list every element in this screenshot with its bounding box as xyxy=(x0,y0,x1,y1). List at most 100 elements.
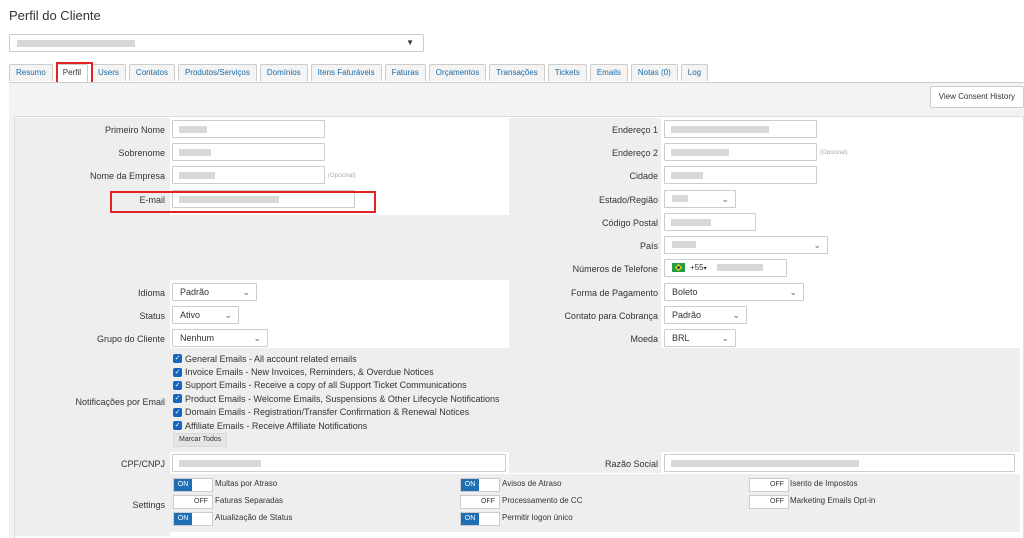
chevron-down-icon: ⌄ xyxy=(242,287,250,297)
postcode-label: Código Postal xyxy=(601,218,658,228)
tax-exempt-toggle[interactable]: OFF xyxy=(749,478,789,492)
postcode-field[interactable] xyxy=(664,213,756,231)
payment-method-select[interactable]: Boleto ⌄ xyxy=(664,283,804,301)
country-select[interactable]: ⌄ xyxy=(664,236,828,254)
address1-field[interactable] xyxy=(664,120,817,138)
settings-section xyxy=(170,474,1020,532)
billing-contact-value: Padrão xyxy=(672,310,702,320)
first-name-field[interactable] xyxy=(172,120,325,138)
tab-notas[interactable]: Notas (0) xyxy=(630,64,678,81)
checkmark-icon[interactable]: ✓ xyxy=(173,394,182,404)
state-value-redacted xyxy=(672,195,688,202)
tab-highlight-annotation xyxy=(56,62,93,84)
email-highlight-annotation xyxy=(110,191,376,213)
payment-method-label: Forma de Pagamento xyxy=(570,288,658,298)
notification-checkboxes: ✓ General Emails - All account related em… xyxy=(173,352,499,432)
country-label: País xyxy=(639,241,658,251)
currency-value: BRL xyxy=(672,333,690,343)
tab-contatos[interactable]: Contatos xyxy=(128,64,175,81)
address2-field[interactable] xyxy=(664,143,817,161)
marketing-optin-label: Marketing Emails Opt-in xyxy=(790,496,876,505)
view-consent-history-button[interactable]: View Consent History xyxy=(929,86,1024,108)
address1-label: Endereço 1 xyxy=(611,125,658,135)
notification-domain[interactable]: ✓ Domain Emails - Registration/Transfer C… xyxy=(173,406,499,419)
razao-social-label: Razão Social xyxy=(604,459,658,469)
notification-product[interactable]: ✓ Product Emails - Welcome Emails, Suspen… xyxy=(173,392,499,405)
email-notifications-label: Notificações por Email xyxy=(75,397,165,407)
currency-select[interactable]: BRL ⌄ xyxy=(664,329,736,347)
phone-field[interactable]: +55▾ xyxy=(664,259,787,277)
company-field[interactable] xyxy=(172,166,325,184)
tab-log[interactable]: Log xyxy=(680,64,709,81)
last-name-field[interactable] xyxy=(172,143,325,161)
brazil-flag-icon xyxy=(672,263,685,273)
mark-all-button[interactable]: Marcar Todos xyxy=(173,433,228,447)
phone-prefix: +55 xyxy=(690,263,704,272)
single-sign-on-toggle[interactable]: ON xyxy=(460,512,500,526)
country-value-redacted xyxy=(672,241,696,248)
client-name-redacted xyxy=(17,40,135,47)
checkmark-icon[interactable]: ✓ xyxy=(173,380,182,390)
tab-tickets[interactable]: Tickets xyxy=(547,64,587,81)
chevron-down-icon: ⌄ xyxy=(253,333,261,343)
status-value: Ativo xyxy=(180,310,201,320)
client-group-select[interactable]: Nenhum ⌄ xyxy=(172,329,268,347)
first-name-label: Primeiro Nome xyxy=(104,125,165,135)
notification-affiliate[interactable]: ✓ Affiliate Emails - Receive Affiliate No… xyxy=(173,419,499,432)
tab-faturas[interactable]: Faturas xyxy=(384,64,426,81)
billing-contact-select[interactable]: Padrão ⌄ xyxy=(664,306,747,324)
page-title: Perfil do Cliente xyxy=(9,8,101,23)
tab-dominios[interactable]: Domínios xyxy=(259,64,308,81)
client-selector[interactable]: ▼ xyxy=(9,34,424,52)
currency-label: Moeda xyxy=(630,334,658,344)
tab-itens-faturaveis[interactable]: Itens Faturáveis xyxy=(310,64,382,81)
company-label: Nome da Empresa xyxy=(89,171,165,181)
marketing-optin-toggle[interactable]: OFF xyxy=(749,495,789,509)
notification-invoice[interactable]: ✓ Invoice Emails - New Invoices, Reminder… xyxy=(173,365,499,378)
state-select[interactable]: ⌄ xyxy=(664,190,736,208)
tab-emails[interactable]: Emails xyxy=(589,64,628,81)
tab-transacoes[interactable]: Transações xyxy=(489,64,545,81)
status-select[interactable]: Ativo ⌄ xyxy=(172,306,239,324)
tab-produtos-servicos[interactable]: Produtos/Serviços xyxy=(177,64,257,81)
cc-processing-toggle[interactable]: OFF xyxy=(460,495,500,509)
single-sign-on-label: Permitir logon único xyxy=(502,513,573,522)
notification-general[interactable]: ✓ General Emails - All account related em… xyxy=(173,352,499,365)
chevron-down-icon: ⌄ xyxy=(813,240,821,250)
razao-social-field[interactable] xyxy=(664,454,1015,472)
tab-orcamentos[interactable]: Orçamentos xyxy=(428,64,487,81)
checkmark-icon[interactable]: ✓ xyxy=(173,354,182,364)
language-value: Padrão xyxy=(180,287,210,297)
caret-down-icon: ▾ xyxy=(703,266,707,272)
caret-down-icon: ▼ xyxy=(406,38,414,47)
tab-bar: Resumo Perfil Users Contatos Produtos/Se… xyxy=(9,64,711,82)
chevron-down-icon: ⌄ xyxy=(721,333,729,343)
chevron-down-icon: ⌄ xyxy=(721,194,729,204)
tab-users[interactable]: Users xyxy=(91,64,126,81)
cpf-field[interactable] xyxy=(172,454,506,472)
city-field[interactable] xyxy=(664,166,817,184)
checkmark-icon[interactable]: ✓ xyxy=(173,421,182,431)
last-name-label: Sobrenome xyxy=(118,148,165,158)
state-label: Estado/Região xyxy=(598,195,658,205)
late-fees-label: Multas por Atraso xyxy=(215,479,278,488)
late-fees-toggle[interactable]: ON xyxy=(173,478,213,492)
city-label: Cidade xyxy=(629,171,658,181)
checkmark-icon[interactable]: ✓ xyxy=(173,367,182,377)
status-label: Status xyxy=(139,311,165,321)
language-label: Idioma xyxy=(137,288,165,298)
payment-method-value: Boleto xyxy=(672,287,698,297)
overdue-notices-label: Avisos de Atraso xyxy=(502,479,562,488)
status-update-toggle[interactable]: ON xyxy=(173,512,213,526)
client-group-value: Nenhum xyxy=(180,333,215,343)
phone-number-redacted xyxy=(716,264,763,272)
separate-invoices-toggle[interactable]: OFF xyxy=(173,495,213,509)
chevron-down-icon: ⌄ xyxy=(732,310,740,320)
language-select[interactable]: Padrão ⌄ xyxy=(172,283,257,301)
address2-optional-hint: (Opcional) xyxy=(820,150,848,156)
notification-support[interactable]: ✓ Support Emails - Receive a copy of all … xyxy=(173,379,499,392)
overdue-notices-toggle[interactable]: ON xyxy=(460,478,500,492)
client-group-label: Grupo do Cliente xyxy=(96,334,165,344)
checkmark-icon[interactable]: ✓ xyxy=(173,407,182,417)
tab-resumo[interactable]: Resumo xyxy=(9,64,53,81)
